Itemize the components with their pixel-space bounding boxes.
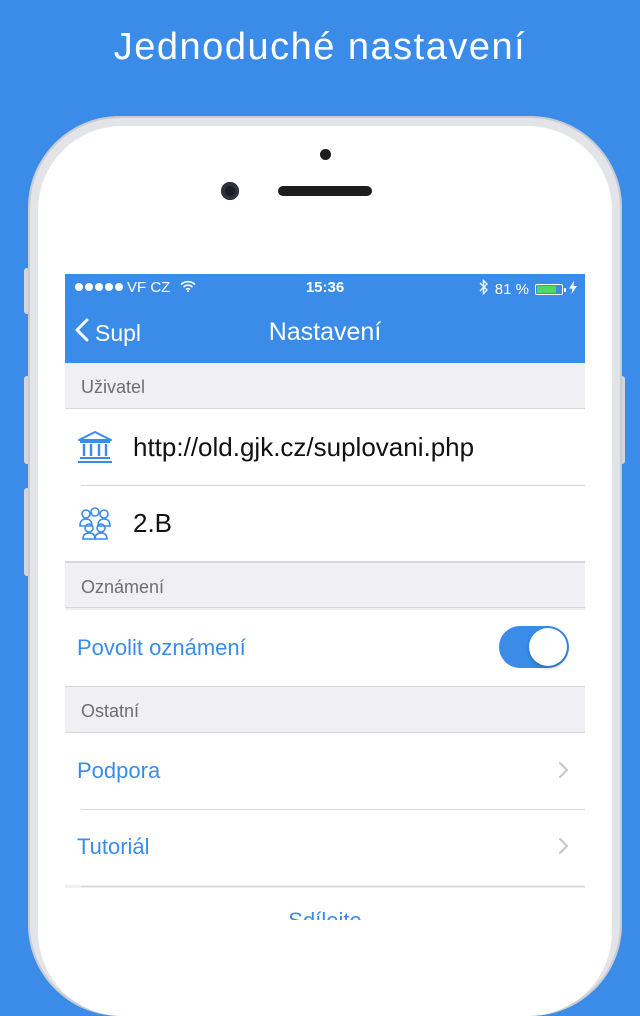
battery-tip — [564, 287, 566, 292]
enable-notifications-row: Povolit oznámení — [65, 610, 585, 686]
tutorial-row[interactable]: Tutoriál — [65, 809, 585, 885]
front-camera — [221, 182, 239, 200]
status-right: 81 % — [479, 278, 577, 299]
headline: Jednoduché nastavení — [113, 26, 527, 68]
url-row[interactable]: http://old.gjk.cz/suplovani.php — [65, 409, 585, 485]
switch-knob — [529, 628, 567, 666]
notifications-group: Povolit oznámení — [65, 610, 585, 687]
share-button[interactable]: Sdílejte — [65, 888, 585, 920]
bluetooth-icon — [479, 278, 489, 299]
user-settings-group: http://old.gjk.cz/suplovani.php 2.B — [65, 409, 585, 562]
class-name: 2.B — [133, 507, 173, 538]
class-row[interactable]: 2.B — [65, 485, 585, 561]
navigation-bar: Supl Nastavení — [65, 302, 585, 363]
section-header-user: Uživatel — [65, 363, 585, 409]
chevron-right-icon — [558, 837, 569, 860]
share-label: Sdílejte — [288, 908, 361, 920]
tutorial-label: Tutoriál — [77, 834, 150, 859]
enable-notifications-switch[interactable] — [499, 626, 569, 668]
row-separator — [81, 886, 585, 887]
app-screen: VF CZ 15:36 81 % Supl Nastavení Uživatel… — [65, 274, 585, 920]
section-header-other: Ostatní — [65, 687, 585, 733]
support-label: Podpora — [77, 758, 161, 783]
battery-level-fill — [537, 285, 557, 293]
section-header-notifications: Oznámení — [65, 562, 585, 608]
earpiece-speaker — [278, 186, 372, 196]
charging-bolt-icon — [569, 280, 577, 298]
page-title: Nastavení — [268, 318, 382, 346]
group-people-icon — [77, 505, 113, 541]
other-group: Podpora Tutoriál — [65, 733, 585, 885]
support-row[interactable]: Podpora — [65, 733, 585, 809]
chevron-right-icon — [558, 761, 569, 784]
institution-building-icon — [77, 429, 113, 465]
enable-notifications-label: Povolit oznámení — [77, 635, 246, 660]
school-url: http://old.gjk.cz/suplovani.php — [133, 431, 475, 462]
status-bar: VF CZ 15:36 81 % — [65, 274, 585, 302]
proximity-sensor — [320, 149, 331, 160]
battery-icon — [535, 283, 566, 295]
battery-percent: 81 % — [494, 280, 529, 298]
